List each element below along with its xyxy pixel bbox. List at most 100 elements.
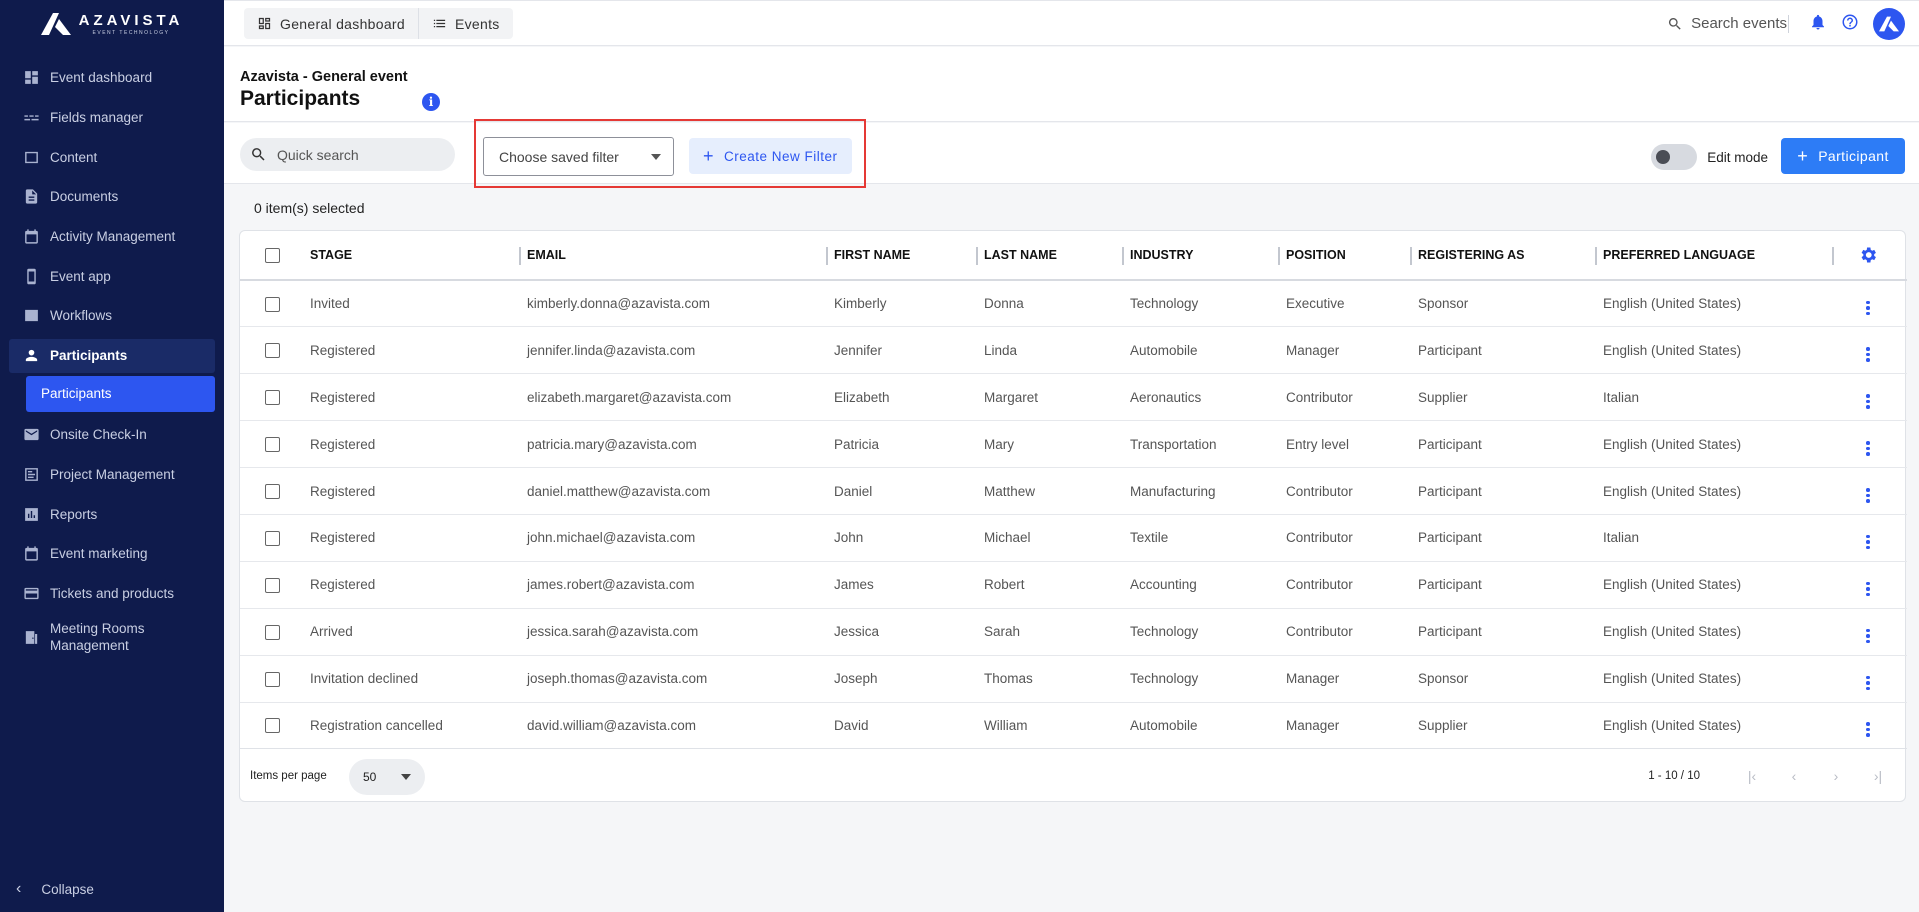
- saved-filter-placeholder: Choose saved filter: [499, 148, 619, 165]
- sidebar-item-event-marketing[interactable]: Event marketing: [0, 534, 224, 574]
- row-checkbox[interactable]: [265, 718, 280, 734]
- add-participant-button[interactable]: + Participant: [1781, 138, 1905, 174]
- sidebar-item-event-app[interactable]: Event app: [0, 256, 224, 296]
- collapse-button[interactable]: ‹ Collapse: [16, 880, 94, 898]
- sidebar-item-participants[interactable]: Participants: [9, 338, 215, 373]
- sidebar-item-content[interactable]: Content: [0, 137, 224, 177]
- table-cell: Registered: [304, 561, 521, 609]
- sidebar-item-label: Event marketing: [50, 546, 148, 562]
- search-events[interactable]: Search events: [1667, 15, 1787, 32]
- filter-bar: Quick search Choose saved filter + Creat…: [224, 119, 1919, 188]
- more-vertical-icon[interactable]: [1866, 534, 1870, 550]
- table-row[interactable]: Invited kimberly.donna@azavista.com Kimber…: [240, 280, 1907, 328]
- row-checkbox[interactable]: [265, 343, 280, 359]
- sidebar-item-activity-management[interactable]: Activity Management: [0, 217, 224, 257]
- sidebar-item-fields-manager[interactable]: Fields manager: [0, 98, 224, 138]
- first-page-icon[interactable]: |‹: [1743, 768, 1761, 784]
- column-header[interactable]: EMAIL: [521, 231, 828, 281]
- row-actions-cell: [1834, 420, 1907, 469]
- table-cell: Automobile: [1124, 326, 1280, 375]
- create-new-filter-button[interactable]: + Create New Filter: [689, 138, 852, 174]
- more-vertical-icon[interactable]: [1866, 488, 1870, 503]
- table-cell: Manager: [1280, 326, 1412, 375]
- table-row[interactable]: Registration cancelled david.william@azav…: [240, 702, 1907, 750]
- row-select-cell: [240, 280, 304, 328]
- column-header[interactable]: FIRST NAME: [828, 231, 978, 281]
- previous-page-icon[interactable]: ‹: [1785, 768, 1803, 784]
- plus-icon: +: [1797, 146, 1809, 166]
- column-header[interactable]: INDUSTRY: [1124, 231, 1280, 281]
- more-vertical-icon[interactable]: [1866, 722, 1870, 737]
- row-checkbox[interactable]: [265, 296, 280, 312]
- sidebar-item-workflows[interactable]: Workflows: [0, 296, 224, 336]
- saved-filter-select[interactable]: Choose saved filter: [483, 137, 674, 176]
- sidebar-item-documents[interactable]: Documents: [0, 177, 224, 217]
- plus-icon: +: [703, 146, 715, 166]
- row-select-cell: [240, 561, 304, 609]
- help-icon[interactable]: [1841, 13, 1859, 36]
- table-row[interactable]: Registered james.robert@azavista.com James…: [240, 561, 1907, 609]
- table-row[interactable]: Registered jennifer.linda@azavista.com Jen…: [240, 326, 1907, 375]
- table-cell: Contributor: [1280, 467, 1412, 515]
- items-per-page-select[interactable]: 50: [349, 759, 425, 795]
- content-icon: [22, 148, 40, 166]
- sidebar-item-label: Tickets and products: [50, 585, 175, 601]
- tab-general-dashboard[interactable]: General dashboard: [244, 8, 418, 39]
- table-row[interactable]: Registered john.michael@azavista.com John M…: [240, 514, 1907, 562]
- tab-events[interactable]: Events: [417, 8, 513, 39]
- create-filter-label: Create New Filter: [724, 148, 838, 164]
- table-row[interactable]: Registered elizabeth.margaret@azavista.co…: [240, 373, 1907, 422]
- table-cell: Jennifer: [828, 326, 978, 375]
- sidebar-item-project-management[interactable]: Project Management: [0, 455, 224, 495]
- more-vertical-icon[interactable]: [1866, 628, 1870, 644]
- row-actions-cell: [1834, 326, 1907, 375]
- table-cell: kimberly.donna@azavista.com: [521, 280, 828, 328]
- azavista-logo-icon: [40, 13, 71, 35]
- divider: [1788, 15, 1789, 33]
- row-checkbox[interactable]: [265, 577, 280, 593]
- row-checkbox[interactable]: [265, 671, 280, 687]
- table-cell: Participant: [1412, 608, 1597, 656]
- select-all-checkbox[interactable]: [265, 247, 280, 263]
- table-row[interactable]: Invitation declined joseph.thomas@azavist…: [240, 655, 1907, 703]
- column-header[interactable]: LAST NAME: [978, 231, 1124, 281]
- more-vertical-icon[interactable]: [1866, 675, 1870, 691]
- edit-mode-toggle[interactable]: [1651, 144, 1698, 170]
- sidebar-item-tickets-and-products[interactable]: Tickets and products: [0, 574, 224, 614]
- more-vertical-icon[interactable]: [1866, 347, 1870, 362]
- column-header[interactable]: STAGE: [304, 231, 521, 281]
- column-header[interactable]: POSITION: [1280, 231, 1412, 281]
- quick-search-input[interactable]: Quick search: [240, 138, 455, 171]
- participants-table: STAGE EMAIL FIRST NAME LAST NAME INDUSTR…: [240, 231, 1907, 750]
- table-row[interactable]: Registered patricia.mary@azavista.com Patr…: [240, 420, 1907, 469]
- sidebar-item-meeting-rooms[interactable]: Meeting Rooms Management: [0, 613, 224, 661]
- column-header[interactable]: REGISTERING AS: [1412, 231, 1597, 281]
- table-cell: jessica.sarah@azavista.com: [521, 608, 828, 656]
- row-checkbox[interactable]: [265, 390, 280, 406]
- more-vertical-icon[interactable]: [1866, 394, 1870, 409]
- sidebar-item-reports[interactable]: Reports: [0, 494, 224, 534]
- last-page-icon[interactable]: ›|: [1869, 768, 1887, 784]
- more-vertical-icon[interactable]: [1866, 581, 1870, 597]
- next-page-icon[interactable]: ›: [1827, 768, 1845, 784]
- sidebar-subitem-participants[interactable]: Participants: [26, 375, 215, 412]
- table-row[interactable]: Registered daniel.matthew@azavista.com Dan…: [240, 467, 1907, 515]
- sidebar-item-onsite-check-in[interactable]: Onsite Check-In: [0, 415, 224, 455]
- row-checkbox[interactable]: [265, 530, 280, 546]
- more-vertical-icon[interactable]: [1866, 300, 1870, 316]
- avatar[interactable]: [1873, 8, 1905, 40]
- table-cell: Jessica: [828, 608, 978, 656]
- sidebar-item-label: Documents: [50, 189, 119, 205]
- more-vertical-icon[interactable]: [1866, 441, 1870, 456]
- azavista-logo[interactable]: AZAVISTA EVENT TECHNOLOGY: [0, 0, 224, 46]
- info-icon[interactable]: i: [422, 93, 440, 111]
- row-checkbox[interactable]: [265, 437, 280, 453]
- row-checkbox[interactable]: [265, 624, 280, 640]
- bell-icon[interactable]: [1809, 13, 1827, 36]
- table-row[interactable]: Arrived jessica.sarah@azavista.com Jessica…: [240, 608, 1907, 656]
- column-header[interactable]: PREFERRED LANGUAGE: [1597, 231, 1834, 281]
- sidebar-item-event-dashboard[interactable]: Event dashboard: [0, 58, 224, 98]
- gear-icon[interactable]: [1858, 247, 1878, 263]
- row-checkbox[interactable]: [265, 483, 280, 499]
- table-cell: Elizabeth: [828, 373, 978, 422]
